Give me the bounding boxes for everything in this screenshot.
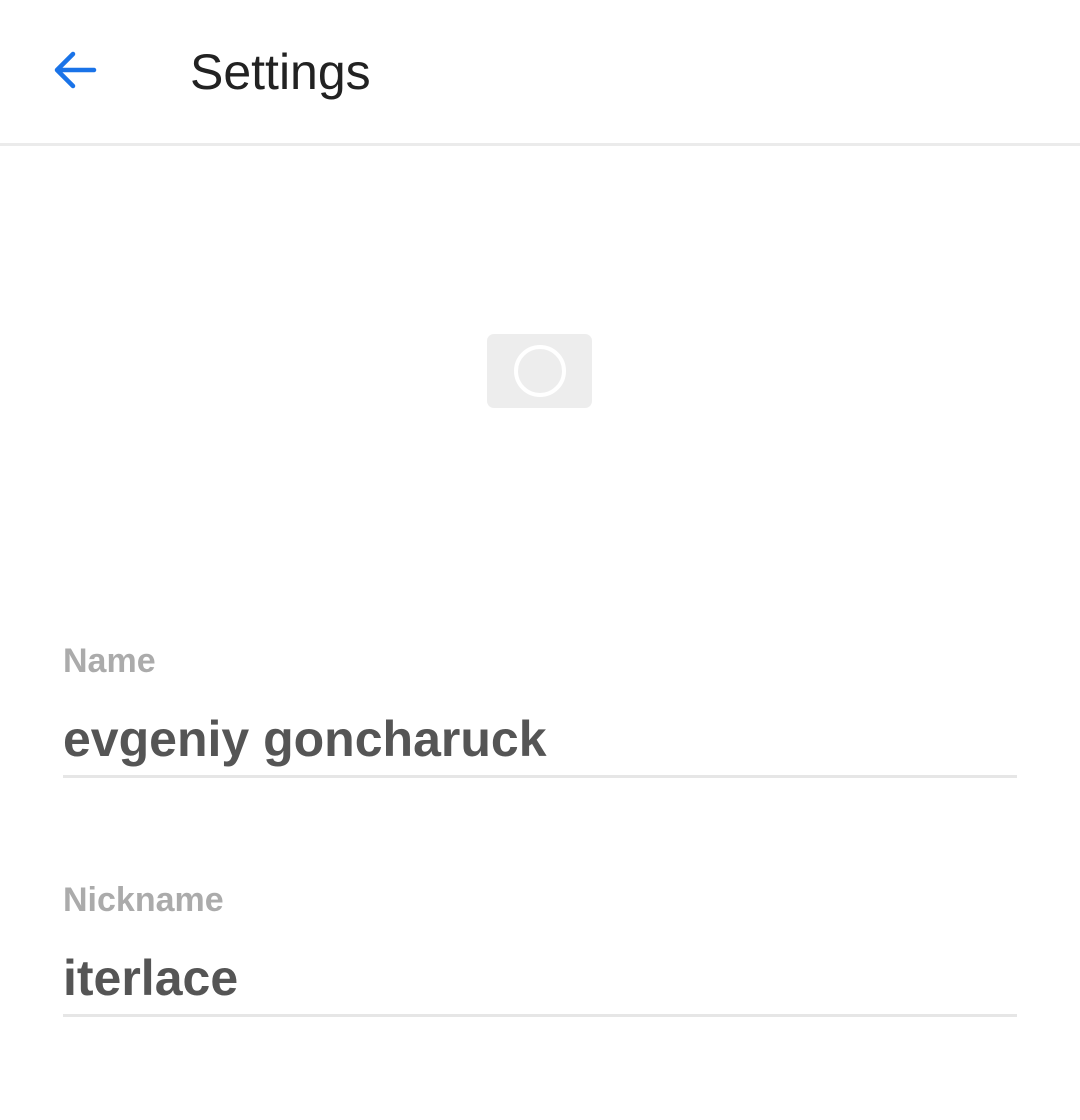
avatar-placeholder-icon — [513, 345, 566, 397]
page-title: Settings — [190, 44, 371, 100]
arrow-left-icon — [54, 51, 97, 89]
back-button[interactable] — [40, 36, 108, 104]
name-label: Name — [63, 642, 156, 680]
name-field: Name — [63, 641, 1017, 778]
name-input[interactable] — [63, 681, 1017, 778]
nickname-field: Nickname — [63, 880, 1017, 1017]
app-bar: Settings — [0, 0, 1080, 146]
nickname-label: Nickname — [63, 881, 224, 919]
nickname-input[interactable] — [63, 920, 1017, 1017]
avatar[interactable] — [487, 334, 592, 408]
